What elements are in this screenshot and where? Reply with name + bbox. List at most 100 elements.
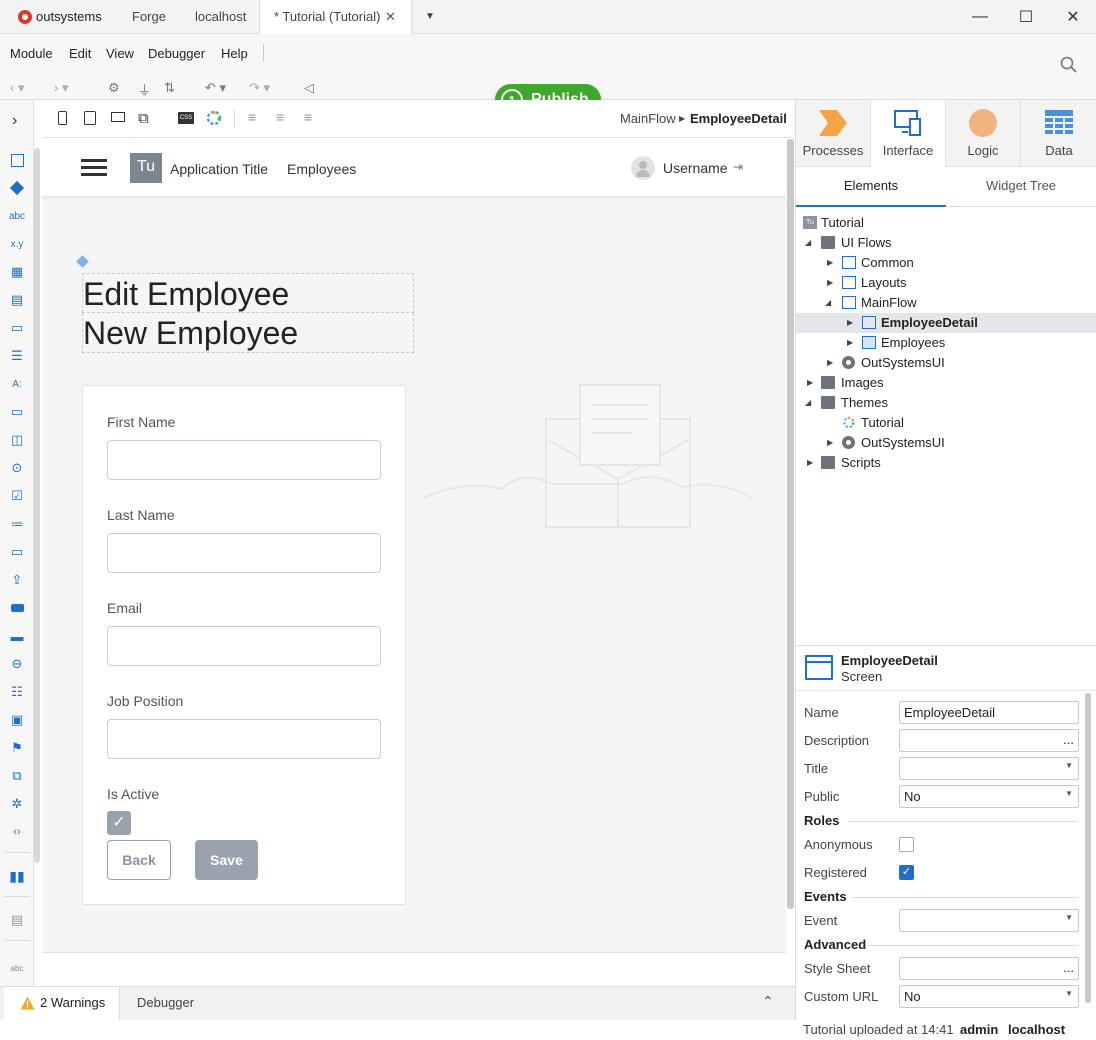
text-style-widget-icon[interactable]: abc [9, 960, 25, 976]
prop-stylesheet-input[interactable]: ... [899, 957, 1079, 980]
collapse-arrow-icon[interactable]: ◢ [805, 238, 811, 247]
save-button[interactable]: Save [195, 840, 258, 880]
logout-icon[interactable]: ⇥ [733, 160, 743, 174]
collapse-panel-icon[interactable]: ⌃ [762, 993, 774, 1010]
back-button[interactable]: Back [107, 840, 171, 880]
search-icon[interactable] [1060, 56, 1078, 74]
tree-item-scripts[interactable]: ▶ Scripts [796, 453, 1096, 473]
switch-widget-icon[interactable]: ⊙ [9, 460, 25, 476]
tab-localhost[interactable]: localhost [181, 0, 260, 34]
back-nav-icon[interactable]: ‹ ▾ [10, 80, 24, 96]
tab-debugger[interactable]: Debugger [137, 995, 194, 1010]
tab-tutorial[interactable]: * Tutorial (Tutorial) ✕ [259, 0, 412, 35]
block-widget-icon[interactable]: ⧉ [9, 768, 25, 784]
prop-event-select[interactable]: ▼ [899, 909, 1079, 932]
maximize-button[interactable]: ☐ [1003, 0, 1049, 34]
screen-canvas[interactable]: Tu Application Title Employees Username … [42, 139, 786, 952]
menu-link-employees[interactable]: Employees [287, 161, 356, 177]
breadcrumb-parent[interactable]: MainFlow [620, 111, 676, 126]
expand-arrow-icon[interactable]: ▶ [847, 318, 853, 327]
tree-item-images[interactable]: ▶ Images [796, 373, 1096, 393]
tree-item-common[interactable]: ▶ Common [796, 253, 1096, 273]
prop-public-select[interactable]: No ▼ [899, 785, 1079, 808]
toolbox-scrollbar[interactable] [34, 148, 40, 863]
tree-item-ui-flows[interactable]: ◢ UI Flows [796, 233, 1096, 253]
menu-help[interactable]: Help [221, 46, 248, 61]
label-widget-icon[interactable]: A: [9, 376, 25, 392]
prop-title-select[interactable]: ▼ [899, 757, 1079, 780]
canvas-scrollbar[interactable] [787, 139, 794, 909]
close-window-button[interactable]: ✕ [1050, 0, 1096, 34]
tab-logic[interactable]: Logic [946, 100, 1021, 167]
minimize-button[interactable]: — [957, 0, 1003, 34]
subtab-elements[interactable]: Elements [796, 167, 946, 207]
settings-icon[interactable]: ⚙ [108, 80, 120, 96]
placeholder-widget-icon[interactable]: ▤ [9, 912, 25, 928]
tree-item-employeedetail[interactable]: ▶ EmployeeDetail [796, 313, 1096, 333]
properties-scrollbar[interactable] [1085, 693, 1091, 1003]
list-item-widget-icon[interactable]: ☷ [9, 684, 25, 700]
menu-view[interactable]: View [106, 46, 134, 61]
text-widget-icon[interactable]: abc [9, 208, 25, 224]
expand-arrow-icon[interactable]: ▶ [827, 438, 833, 447]
columns-widget-icon[interactable]: ▮▮ [9, 868, 25, 884]
expand-arrow-icon[interactable]: ▶ [827, 278, 833, 287]
upload-widget-icon[interactable]: ⇪ [9, 572, 25, 588]
css-icon[interactable]: CSS [178, 112, 194, 124]
forward-nav-icon[interactable]: › ▾ [54, 80, 68, 96]
expand-arrow-icon[interactable]: ▶ [807, 378, 813, 387]
tab-warnings[interactable]: 2 Warnings [4, 987, 120, 1020]
expression-widget-icon[interactable]: x.y [9, 236, 25, 252]
input-first-name[interactable] [107, 440, 381, 480]
checkbox-is-active[interactable]: ✓ [107, 811, 131, 835]
prop-name-input[interactable]: EmployeeDetail [899, 701, 1079, 724]
html-widget-icon[interactable]: ‹› [9, 824, 25, 840]
tree-item-outsystemsui[interactable]: ▶ OutSystemsUI [796, 353, 1096, 373]
merge-icon[interactable]: ⇅ [164, 80, 175, 96]
list-widget-icon[interactable]: ☰ [9, 348, 25, 364]
menu-debugger[interactable]: Debugger [148, 46, 205, 61]
tree-item-theme-outsystemsui[interactable]: ▶ OutSystemsUI [796, 433, 1096, 453]
redo-icon[interactable]: ↷ ▾ [249, 80, 270, 96]
align-right-icon[interactable]: ≡ [304, 109, 312, 125]
desktop-preview-icon[interactable] [111, 112, 125, 122]
prop-stylesheet-more-button[interactable]: ... [1063, 960, 1074, 975]
menu-edit[interactable]: Edit [69, 46, 91, 61]
title-new-placeholder[interactable]: New Employee [82, 313, 414, 353]
tree-item-mainflow[interactable]: ◢ MainFlow [796, 293, 1096, 313]
prop-description-more-button[interactable]: ... [1063, 732, 1074, 747]
menu-module[interactable]: Module [10, 46, 53, 61]
title-edit-placeholder[interactable]: Edit Employee [82, 273, 414, 313]
dropdown-widget-icon[interactable]: ◫ [9, 432, 25, 448]
phone-preview-icon[interactable] [58, 111, 67, 125]
prop-description-input[interactable]: ... [899, 729, 1079, 752]
button-widget-icon[interactable] [9, 600, 25, 616]
align-center-icon[interactable]: ≡ [276, 109, 284, 125]
prop-customurl-select[interactable]: No ▼ [899, 985, 1079, 1008]
form-widget-icon[interactable]: ▤ [9, 292, 25, 308]
tree-item-layouts[interactable]: ▶ Layouts [796, 273, 1096, 293]
close-tab-icon[interactable]: ✕ [385, 0, 396, 34]
tablet-preview-icon[interactable] [84, 111, 96, 125]
input-widget-icon[interactable]: ▭ [9, 320, 25, 336]
toggle-widget-icon[interactable]: ▬ [9, 628, 25, 644]
collapse-arrow-icon[interactable]: ◢ [825, 298, 831, 307]
plugin-widget-icon[interactable]: ✲ [9, 796, 25, 812]
expand-arrow-icon[interactable]: ▶ [847, 338, 853, 347]
undo-icon[interactable]: ↶ ▾ [205, 80, 226, 96]
rotate-preview-icon[interactable]: ⧉ [138, 110, 149, 127]
tabs-dropdown-icon[interactable]: ▼ [425, 11, 435, 22]
tab-data[interactable]: Data [1021, 100, 1096, 167]
hamburger-menu-icon[interactable] [81, 159, 107, 162]
expand-toolbox-icon[interactable]: › [12, 112, 17, 130]
theme-icon[interactable] [206, 110, 222, 126]
tree-item-tutorial[interactable]: Tu Tutorial [796, 213, 1096, 233]
textarea-widget-icon[interactable]: ▭ [9, 404, 25, 420]
tab-processes[interactable]: Processes [796, 100, 871, 167]
if-widget-icon[interactable] [9, 180, 25, 196]
feedback-icon[interactable]: ◁ [304, 80, 314, 96]
subtab-widget-tree[interactable]: Widget Tree [946, 167, 1096, 207]
image-widget-icon[interactable]: ▣ [9, 712, 25, 728]
expand-arrow-icon[interactable]: ▶ [827, 258, 833, 267]
radio-widget-icon[interactable]: ≔ [9, 516, 25, 532]
